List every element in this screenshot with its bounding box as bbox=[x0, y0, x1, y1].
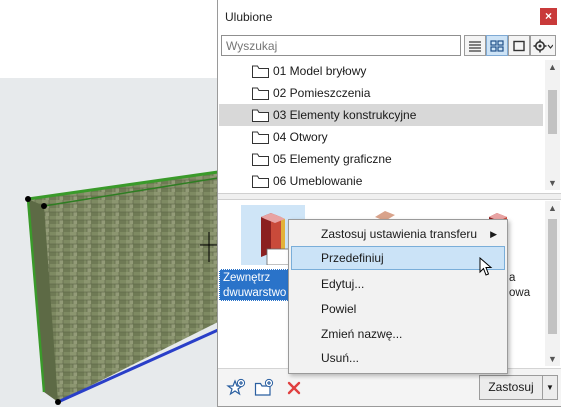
tree-item-label: 02 Pomieszczenia bbox=[273, 86, 371, 100]
pane-splitter[interactable] bbox=[218, 193, 561, 200]
tree-scrollbar[interactable]: ▲ ▼ bbox=[545, 60, 560, 190]
folder-add-icon bbox=[254, 378, 274, 396]
scroll-down-arrow-icon[interactable]: ▼ bbox=[545, 352, 560, 366]
menu-item-apply-transfer[interactable]: Zastosuj ustawienia transferu ▶ bbox=[291, 222, 505, 246]
menu-item-delete[interactable]: Usuń... bbox=[291, 346, 505, 370]
tree-item-label: 01 Model bryłowy bbox=[273, 64, 367, 78]
submenu-arrow-icon: ▶ bbox=[490, 229, 497, 239]
favorite-label[interactable]: a owa bbox=[509, 271, 530, 301]
thumbnails-scrollbar[interactable]: ▲ ▼ bbox=[545, 201, 560, 366]
scroll-down-arrow-icon[interactable]: ▼ bbox=[545, 176, 560, 190]
favorite-label-line: owa bbox=[509, 287, 531, 299]
tree-item[interactable]: 02 Pomieszczenia bbox=[219, 82, 543, 104]
scroll-thumb[interactable] bbox=[548, 90, 557, 134]
menu-item-duplicate[interactable]: Powiel bbox=[291, 297, 505, 321]
menu-item-label: Przedefiniuj bbox=[321, 251, 384, 265]
grid-view-button[interactable] bbox=[486, 35, 508, 56]
menu-item-redefine[interactable]: Przedefiniuj bbox=[291, 246, 505, 270]
settings-button[interactable] bbox=[530, 35, 556, 56]
tree-item-label: 04 Otwory bbox=[273, 130, 328, 144]
close-button[interactable]: × bbox=[540, 8, 557, 25]
menu-item-rename[interactable]: Zmień nazwę... bbox=[291, 322, 505, 346]
folder-icon bbox=[252, 109, 269, 122]
panel-titlebar[interactable]: Ulubione × bbox=[218, 0, 561, 32]
list-view-icon bbox=[469, 40, 481, 52]
context-menu: Zastosuj ustawienia transferu ▶ Przedefi… bbox=[288, 219, 508, 374]
search-input[interactable] bbox=[221, 35, 461, 56]
tree-item[interactable]: 04 Otwory bbox=[219, 126, 543, 148]
tree-item-selected[interactable]: 03 Elementy konstrukcyjne bbox=[219, 104, 543, 126]
delete-button[interactable] bbox=[284, 378, 304, 398]
grid-view-icon bbox=[490, 39, 504, 52]
delete-x-icon bbox=[287, 381, 301, 395]
scroll-thumb[interactable] bbox=[548, 219, 557, 334]
tree-item-label: 06 Umeblowanie bbox=[273, 174, 363, 188]
folder-icon bbox=[252, 131, 269, 144]
gear-icon bbox=[533, 39, 553, 52]
menu-item-label: Zastosuj ustawienia transferu bbox=[321, 227, 478, 241]
folder-icon bbox=[252, 65, 269, 78]
tree-item[interactable]: 01 Model bryłowy bbox=[219, 60, 543, 82]
preview-view-button[interactable] bbox=[508, 35, 530, 56]
mouse-pointer-icon bbox=[479, 257, 493, 276]
star-add-icon bbox=[226, 378, 246, 396]
add-favorite-button[interactable] bbox=[226, 378, 246, 398]
tree-item[interactable]: 06 Umeblowanie bbox=[219, 170, 543, 190]
folder-icon bbox=[252, 87, 269, 100]
folder-tree: 01 Model bryłowy 02 Pomieszczenia 03 Ele… bbox=[219, 60, 543, 190]
preview-view-icon bbox=[513, 40, 525, 51]
tree-item-label: 05 Elementy graficzne bbox=[273, 152, 392, 166]
new-folder-button[interactable] bbox=[254, 378, 274, 398]
apply-dropdown-button[interactable]: ▼ bbox=[543, 375, 558, 400]
favorite-label-line: a bbox=[509, 272, 516, 284]
menu-item-label: Powiel bbox=[321, 302, 357, 316]
panel-title: Ulubione bbox=[225, 10, 273, 24]
apply-button[interactable]: Zastosuj bbox=[479, 375, 543, 400]
menu-item-edit[interactable]: Edytuj... bbox=[291, 272, 505, 296]
scroll-up-arrow-icon[interactable]: ▲ bbox=[545, 60, 560, 74]
folder-icon bbox=[252, 153, 269, 166]
folder-icon bbox=[252, 175, 269, 188]
tree-item-label: 03 Elementy konstrukcyjne bbox=[273, 108, 417, 122]
menu-item-label: Zmień nazwę... bbox=[321, 327, 403, 341]
menu-item-label: Edytuj... bbox=[321, 277, 365, 291]
tree-item[interactable]: 05 Elementy graficzne bbox=[219, 148, 543, 170]
list-view-button[interactable] bbox=[464, 35, 486, 56]
menu-item-label: Usuń... bbox=[321, 351, 360, 365]
scroll-up-arrow-icon[interactable]: ▲ bbox=[545, 201, 560, 215]
